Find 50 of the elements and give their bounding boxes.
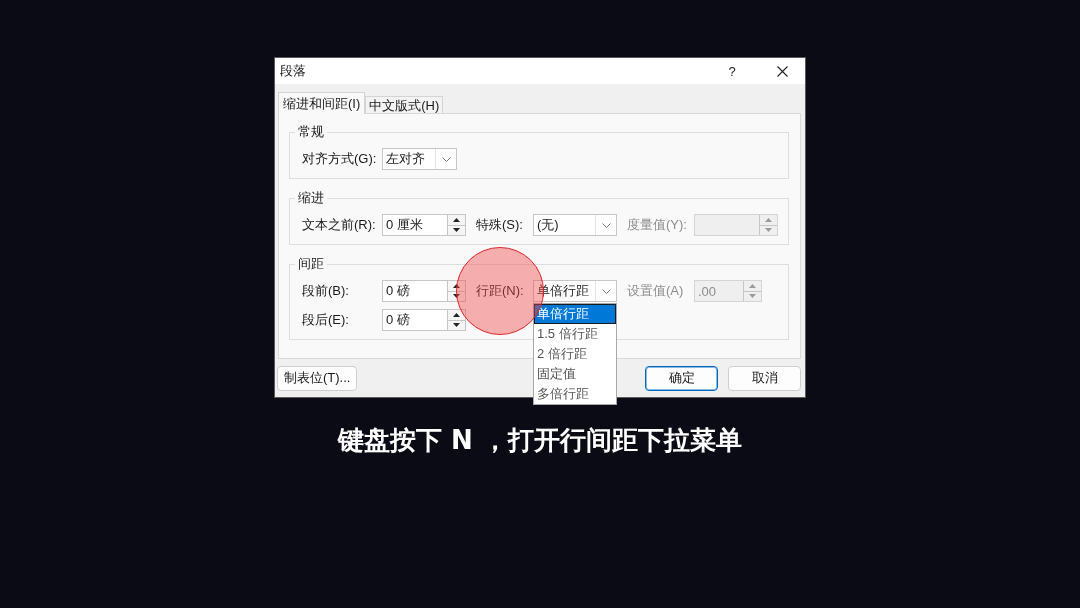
down-triangle-icon bbox=[749, 294, 756, 299]
field-label: 特殊(S): bbox=[476, 217, 523, 233]
spin-up-button[interactable] bbox=[448, 281, 465, 291]
spin-field[interactable]: 0 厘米 bbox=[382, 214, 466, 236]
dropdown-option[interactable]: 1.5 倍行距 bbox=[534, 324, 616, 344]
field-label: 对齐方式(G): bbox=[302, 151, 377, 167]
chevron-down-icon bbox=[601, 222, 611, 228]
group-title: 间距 bbox=[297, 256, 325, 272]
group-title: 缩进 bbox=[297, 190, 325, 206]
help-button[interactable]: ? bbox=[719, 58, 745, 84]
dropdown-option[interactable]: 单倍行距 bbox=[534, 304, 616, 324]
spin-down-button[interactable] bbox=[448, 290, 465, 301]
dropdown[interactable]: 左对齐 bbox=[382, 148, 457, 170]
down-triangle-icon bbox=[765, 228, 772, 233]
down-triangle-icon bbox=[453, 323, 460, 328]
spin-field[interactable]: 0 磅 bbox=[382, 280, 466, 302]
spin-up-button[interactable] bbox=[448, 310, 465, 320]
cancel-button[interactable]: 取消 bbox=[728, 365, 801, 391]
dropdown[interactable]: (无) bbox=[533, 214, 617, 236]
ok-button[interactable]: 确定 bbox=[645, 365, 718, 391]
spin-down-button[interactable] bbox=[448, 319, 465, 330]
chevron-down-icon bbox=[601, 288, 611, 294]
close-icon bbox=[776, 65, 788, 77]
tab[interactable]: 中文版式(H) bbox=[365, 96, 444, 113]
field-label: 度量值(Y): bbox=[627, 217, 687, 233]
spin-up-button[interactable] bbox=[448, 215, 465, 225]
down-triangle-icon bbox=[453, 228, 460, 233]
group-title: 常规 bbox=[297, 124, 325, 140]
field-label: 段前(B): bbox=[302, 283, 349, 299]
field-label: 文本之前(R): bbox=[302, 217, 376, 233]
up-triangle-icon bbox=[453, 283, 460, 288]
tab[interactable]: 缩进和间距(I) bbox=[278, 92, 366, 114]
chevron-down-icon bbox=[441, 156, 451, 162]
up-triangle-icon bbox=[749, 283, 756, 288]
field-label: 行距(N): bbox=[476, 283, 524, 299]
window-title: 段落 bbox=[280, 62, 307, 80]
field-label: 设置值(A) bbox=[627, 283, 684, 299]
spin-field[interactable]: 0 磅 bbox=[382, 309, 466, 331]
dropdown[interactable]: 单倍行距 bbox=[533, 280, 617, 302]
up-triangle-icon bbox=[453, 217, 460, 222]
spin-down-button[interactable] bbox=[448, 224, 465, 235]
dropdown-option[interactable]: 固定值 bbox=[534, 364, 616, 384]
dropdown-option[interactable]: 多倍行距 bbox=[534, 384, 616, 404]
up-triangle-icon bbox=[765, 217, 772, 222]
dropdown-option[interactable]: 2 倍行距 bbox=[534, 344, 616, 364]
tabs-button[interactable]: 制表位(T)... bbox=[277, 365, 358, 391]
field-label: 段后(E): bbox=[302, 312, 349, 328]
up-triangle-icon bbox=[453, 312, 460, 317]
caption: 键盘按下 N ，打开行间距下拉菜单 bbox=[338, 425, 742, 455]
down-triangle-icon bbox=[453, 294, 460, 299]
